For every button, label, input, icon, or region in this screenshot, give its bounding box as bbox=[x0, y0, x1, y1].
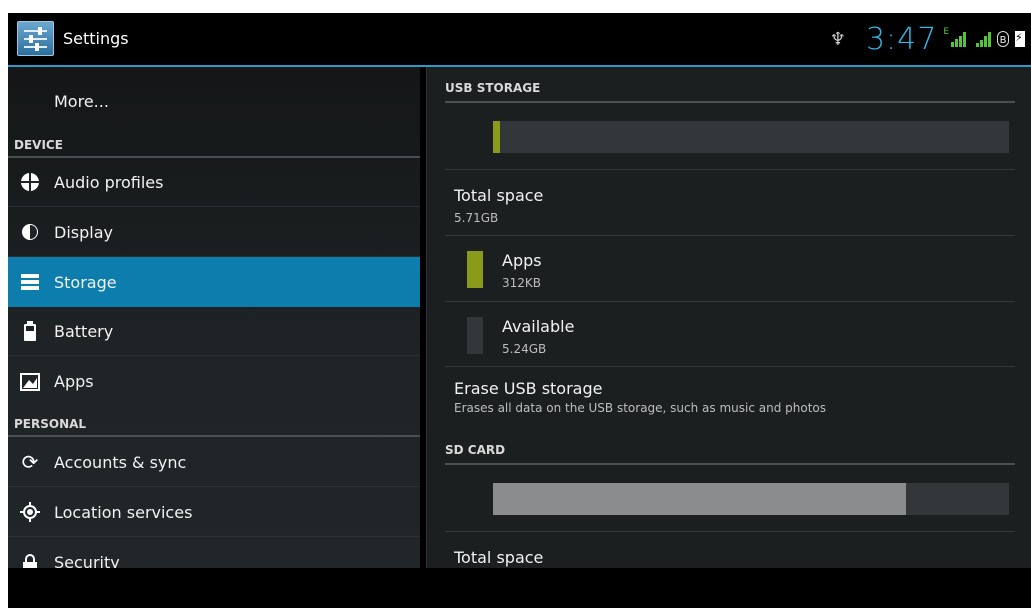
settings-sliders-icon[interactable] bbox=[17, 21, 54, 56]
action-bar: Settings ♆ 3:47 E ʙ bbox=[8, 13, 1031, 65]
sidebar-item-apps[interactable]: Apps bbox=[8, 357, 420, 406]
sidebar-item-label: Audio profiles bbox=[54, 172, 164, 192]
erase-usb-storage-item[interactable]: Erase USB storage Erases all data on the… bbox=[445, 367, 1015, 415]
sidebar-item-label: Apps bbox=[54, 372, 94, 391]
wifi-signal-icon bbox=[976, 31, 991, 47]
clock: 3:47 bbox=[865, 21, 938, 57]
sidebar-item-more[interactable]: More... bbox=[8, 75, 420, 127]
sd-card-usage-bar bbox=[493, 483, 1009, 515]
battery-charging-icon bbox=[1015, 31, 1025, 47]
erase-usb-storage-label: Erase USB storage bbox=[454, 379, 603, 398]
audio-profiles-icon bbox=[17, 172, 43, 192]
sidebar-item-accounts-sync[interactable]: ⟳ Accounts & sync bbox=[8, 438, 420, 487]
section-header-personal: PERSONAL bbox=[8, 406, 420, 437]
total-space-value: 5.71GB bbox=[454, 211, 499, 225]
apps-color-swatch bbox=[467, 251, 483, 288]
sd-total-space-label: Total space bbox=[454, 548, 544, 567]
divider bbox=[445, 531, 1015, 532]
settings-sidebar[interactable]: More... DEVICE Audio profiles Display St… bbox=[8, 67, 420, 568]
section-header-usb-storage: USB STORAGE bbox=[445, 81, 1015, 103]
signal-e-label: E bbox=[943, 27, 949, 37]
mobile-signal-icon bbox=[951, 31, 966, 47]
available-color-swatch bbox=[467, 317, 483, 354]
page-title: Settings bbox=[63, 29, 129, 48]
sidebar-item-label: Security bbox=[54, 553, 120, 568]
section-header-sd-card: SD CARD bbox=[445, 443, 1015, 465]
sidebar-item-storage[interactable]: Storage bbox=[8, 257, 420, 307]
battery-icon bbox=[17, 321, 43, 341]
erase-usb-storage-description: Erases all data on the USB storage, such… bbox=[454, 401, 827, 415]
bluetooth-icon: ʙ bbox=[997, 31, 1009, 47]
available-label: Available bbox=[502, 317, 575, 336]
apps-icon bbox=[17, 372, 43, 392]
sidebar-item-label: More... bbox=[54, 91, 109, 111]
sd-used-fill bbox=[493, 483, 906, 515]
sidebar-item-display[interactable]: Display bbox=[8, 208, 420, 257]
sidebar-item-location-services[interactable]: Location services bbox=[8, 488, 420, 537]
usb-used-fill bbox=[493, 121, 500, 153]
sidebar-item-label: Display bbox=[54, 222, 113, 242]
sidebar-item-label: Accounts & sync bbox=[54, 452, 187, 472]
navigation-bar bbox=[8, 568, 1031, 608]
sidebar-item-label: Storage bbox=[54, 272, 117, 292]
tablet-screen: Settings ♆ 3:47 E ʙ More... DEVICE Audio… bbox=[8, 13, 1031, 608]
sync-icon: ⟳ bbox=[21, 450, 39, 474]
sidebar-item-label: Battery bbox=[54, 321, 114, 341]
storage-icon bbox=[17, 272, 43, 292]
available-value: 5.24GB bbox=[502, 342, 547, 356]
apps-value: 312KB bbox=[502, 276, 542, 290]
sidebar-item-label: Location services bbox=[54, 502, 193, 522]
lock-icon bbox=[17, 553, 43, 568]
location-icon bbox=[17, 502, 43, 522]
apps-label: Apps bbox=[502, 251, 542, 270]
sidebar-item-battery[interactable]: Battery bbox=[8, 307, 420, 356]
usb-icon: ♆ bbox=[829, 28, 846, 50]
section-header-device: DEVICE bbox=[8, 127, 420, 158]
display-icon bbox=[17, 222, 43, 242]
usb-storage-usage-bar bbox=[493, 121, 1009, 153]
storage-detail-pane[interactable]: USB STORAGE Total space 5.71GB Apps 312K… bbox=[426, 67, 1031, 568]
sidebar-item-security[interactable]: Security bbox=[8, 538, 420, 568]
sidebar-item-audio-profiles[interactable]: Audio profiles bbox=[8, 158, 420, 207]
total-space-label: Total space bbox=[454, 186, 544, 205]
divider bbox=[445, 235, 1015, 236]
status-bar: ♆ 3:47 E ʙ bbox=[830, 21, 1031, 57]
divider bbox=[445, 301, 1015, 302]
divider bbox=[445, 169, 1015, 170]
